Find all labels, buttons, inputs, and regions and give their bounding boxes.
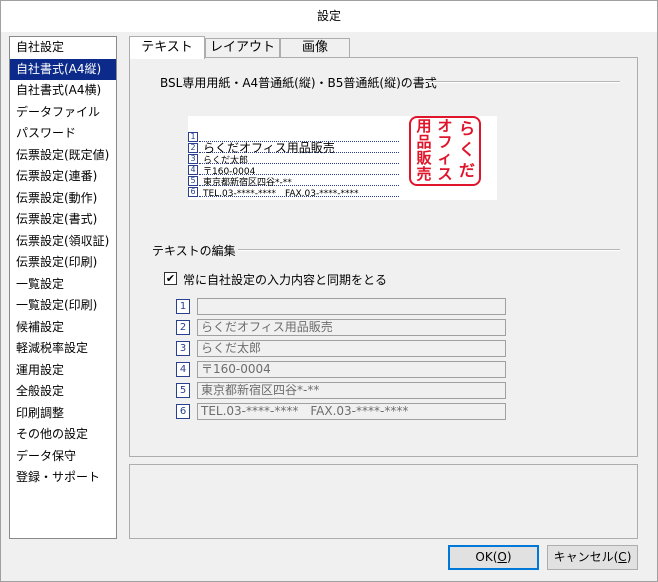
cancel-button[interactable]: キャンセル(C)	[547, 545, 638, 570]
sidebar-item[interactable]: 伝票設定(書式)	[10, 209, 116, 231]
text-line-input[interactable]: 東京都新宿区四谷*-**	[197, 382, 506, 399]
sidebar-item[interactable]: 登録・サポート	[10, 467, 116, 489]
sidebar-item[interactable]: データファイル	[10, 102, 116, 124]
preview-line-number: 1	[188, 132, 198, 142]
tab-image[interactable]: 画像	[280, 38, 350, 58]
sidebar-item[interactable]: データ保守	[10, 446, 116, 468]
ok-label-suffix: )	[506, 550, 512, 564]
preview-line-number: 2	[188, 143, 198, 153]
preview-line-number: 6	[188, 187, 198, 197]
edit-section-divider	[238, 249, 620, 251]
field-line-number: 5	[176, 383, 190, 398]
text-line-input[interactable]: 〒160-0004	[197, 361, 506, 378]
sidebar-item[interactable]: 伝票設定(動作)	[10, 188, 116, 210]
tab-text[interactable]: テキスト	[129, 36, 205, 59]
sidebar-item[interactable]: その他の設定	[10, 424, 116, 446]
preview-line: 3 らくだ太郎	[188, 154, 408, 166]
field-line-number: 1	[176, 299, 190, 314]
field-line-number: 6	[176, 404, 190, 419]
company-stamp: らくだ オフィス 用品販売	[409, 116, 481, 186]
sidebar-item[interactable]: 伝票設定(印刷)	[10, 252, 116, 274]
sidebar-item[interactable]: 全般設定	[10, 381, 116, 403]
sync-checkbox-label[interactable]: 常に自社設定の入力内容と同期をとる	[183, 271, 387, 288]
preview-line-text: TEL.03-****-**** FAX.03-****-****	[203, 189, 359, 199]
text-line-input[interactable]: TEL.03-****-**** FAX.03-****-****	[197, 403, 506, 420]
field-line-number: 2	[176, 320, 190, 335]
text-line-input[interactable]	[197, 298, 506, 315]
sidebar-item[interactable]: 伝票設定(連番)	[10, 166, 116, 188]
field-line-number: 4	[176, 362, 190, 377]
cancel-accel-key: C	[618, 550, 627, 564]
stamp-col-1: らくだ	[458, 119, 475, 180]
edit-section-title: テキストの編集	[152, 244, 236, 258]
preview-line-number: 4	[188, 165, 198, 175]
ok-accel-key: O	[497, 550, 507, 564]
ok-label: OK(	[475, 550, 498, 564]
format-section-divider	[428, 81, 620, 83]
preview-line: 6 TEL.03-****-**** FAX.03-****-****	[188, 187, 408, 199]
sidebar-item[interactable]: 候補設定	[10, 317, 116, 339]
cancel-label-suffix: )	[626, 550, 632, 564]
sidebar-item[interactable]: 伝票設定(既定値)	[10, 145, 116, 167]
text-line-input[interactable]: らくだ太郎	[197, 340, 506, 357]
stamp-col-3: 用品販売	[416, 117, 432, 183]
sidebar-item[interactable]: 伝票設定(領収証)	[10, 231, 116, 253]
preview-line-number: 5	[188, 176, 198, 186]
description-box	[129, 464, 638, 539]
settings-dialog: 設定 自社設定 自社書式(A4縦) 自社書式(A4横) データファイル パスワード 伝票設…	[0, 0, 658, 582]
sidebar-item[interactable]: 印刷調整	[10, 403, 116, 425]
sidebar-item[interactable]: 自社書式(A4横)	[10, 80, 116, 102]
sidebar-item[interactable]: 自社書式(A4縦)	[10, 58, 116, 80]
format-section-title: BSL専用用紙・A4普通紙(縦)・B5普通紙(縦)の書式	[160, 76, 437, 90]
cancel-label: キャンセル(	[553, 550, 619, 564]
text-line-input[interactable]: らくだオフィス用品販売	[197, 319, 506, 336]
sidebar-item[interactable]: 一覧設定	[10, 274, 116, 296]
sidebar-item[interactable]: 運用設定	[10, 360, 116, 382]
window-title: 設定	[1, 1, 657, 32]
field-line-number: 3	[176, 341, 190, 356]
preview-line: 4 〒160-0004	[188, 165, 408, 177]
sidebar-item[interactable]: 軽減税率設定	[10, 338, 116, 360]
preview-line: 5 東京都新宿区四谷*-**	[188, 176, 408, 188]
format-preview: 1 2 らくだオフィス用品販売 3 らくだ太郎 4 〒160-0004 5 東京都新宿区四谷*-…	[188, 116, 497, 200]
preview-line-number: 3	[188, 154, 198, 164]
text-tab-panel: BSL専用用紙・A4普通紙(縦)・B5普通紙(縦)の書式 1 2 らくだオフィス用品…	[129, 57, 638, 457]
sidebar-item[interactable]: パスワード	[10, 123, 116, 145]
settings-category-list[interactable]: 自社設定 自社書式(A4縦) 自社書式(A4横) データファイル パスワード 伝票設定(既…	[9, 36, 117, 539]
sidebar-item[interactable]: 自社設定	[10, 37, 116, 59]
stamp-col-2: オフィス	[437, 117, 453, 183]
ok-button[interactable]: OK(O)	[448, 545, 539, 570]
preview-line: 2 らくだオフィス用品販売	[188, 141, 408, 155]
sync-checkbox[interactable]: ✔	[164, 272, 177, 285]
sidebar-item[interactable]: 一覧設定(印刷)	[10, 295, 116, 317]
tab-layout[interactable]: レイアウト	[205, 38, 280, 58]
